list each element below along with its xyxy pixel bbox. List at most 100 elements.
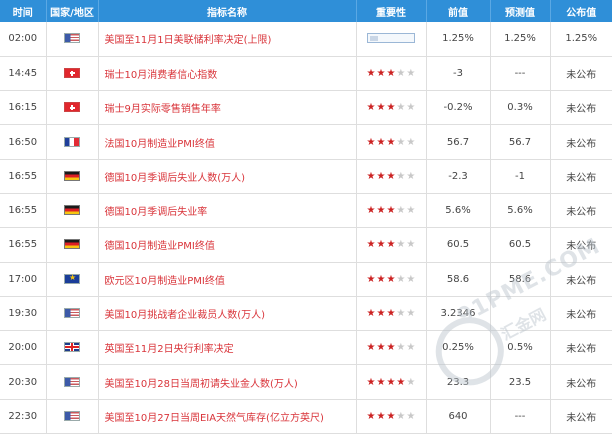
time-cell: 20:00 [0,330,47,366]
importance-cell: ★★★★★ [356,364,427,400]
importance-cell: ★★★★★ [356,56,427,92]
time-cell: 20:30 [0,364,47,400]
importance-cell: ★★★★★ [356,296,427,332]
star-empty-icon: ★ [396,102,407,114]
table-row[interactable]: 20:00 英国至11月2日央行利率决定 ★★★★★ 0.25% 0.5% 未公… [0,330,612,366]
star-filled-icon: ★ [386,410,397,422]
table-row[interactable]: 22:30 美国至10月27日当周EIA天然气库存(亿立方英尺) ★★★★★ 6… [0,399,612,435]
indicator-name-link[interactable]: 瑞士10月消费者信心指数 [98,56,357,92]
star-filled-icon: ★ [366,342,377,354]
star-empty-icon: ★ [406,170,417,182]
country-cell [46,262,99,297]
forecast-value: 0.5% [490,330,551,366]
importance-stars: ★★★★★ [367,205,417,216]
importance-cell: ★★★★★ [356,262,427,297]
country-cell [46,124,99,160]
country-cell [46,227,99,263]
indicator-name-link[interactable]: 美国至10月28日当周初请失业金人数(万人) [98,364,357,400]
country-cell [46,159,99,194]
indicator-name-link[interactable]: 美国至10月27日当周EIA天然气库存(亿立方英尺) [98,399,357,435]
importance-cell: ★★★★★ [356,227,427,263]
star-filled-icon: ★ [386,205,397,217]
star-filled-icon: ★ [366,410,377,422]
star-filled-icon: ★ [376,410,387,422]
star-filled-icon: ★ [376,136,387,148]
indicator-name-link[interactable]: 英国至11月2日央行利率决定 [98,330,357,366]
table-row[interactable]: 17:00 欧元区10月制造业PMI终值 ★★★★★ 58.6 58.6 未公布 [0,262,612,297]
star-filled-icon: ★ [386,273,397,285]
table-row[interactable]: 14:45 瑞士10月消费者信心指数 ★★★★★ -3 --- 未公布 [0,56,612,92]
star-filled-icon: ★ [386,376,397,388]
star-filled-icon: ★ [366,136,377,148]
forecast-value: -1 [490,159,551,194]
star-empty-icon: ★ [396,342,407,354]
star-filled-icon: ★ [366,376,377,388]
star-filled-icon: ★ [376,308,387,320]
time-cell: 17:00 [0,262,47,297]
table-row[interactable]: 16:55 德国10月制造业PMI终值 ★★★★★ 60.5 60.5 未公布 [0,227,612,263]
indicator-name-link[interactable]: 德国10月季调后失业人数(万人) [98,159,357,194]
table-row[interactable]: 20:30 美国至10月28日当周初请失业金人数(万人) ★★★★★ 23.3 … [0,364,612,400]
importance-stars: ★★★★★ [367,239,417,250]
star-filled-icon: ★ [366,67,377,79]
forecast-value: 56.7 [490,124,551,160]
header-actual: 公布值 [550,0,612,22]
importance-stars: ★★★★★ [367,411,417,422]
country-cell [46,330,99,366]
importance-stars: ★★★★★ [367,102,417,113]
actual-value: 1.25% [550,22,612,57]
star-filled-icon: ★ [386,136,397,148]
time-cell: 22:30 [0,399,47,435]
star-filled-icon: ★ [386,170,397,182]
star-filled-icon: ★ [366,170,377,182]
star-filled-icon: ★ [366,239,377,251]
star-empty-icon: ★ [406,102,417,114]
actual-value: 未公布 [550,227,612,263]
indicator-name-link[interactable]: 法国10月制造业PMI终值 [98,124,357,160]
star-filled-icon: ★ [386,342,397,354]
table-row[interactable]: 16:15 瑞士9月实际零售销售年率 ★★★★★ -0.2% 0.3% 未公布 [0,90,612,126]
star-empty-icon: ★ [406,376,417,388]
us-flag-icon [64,376,80,387]
indicator-name-link[interactable]: 德国10月制造业PMI终值 [98,227,357,263]
previous-value: 23.3 [426,364,491,400]
time-cell: 16:55 [0,159,47,194]
star-empty-icon: ★ [396,136,407,148]
star-filled-icon: ★ [376,239,387,251]
star-filled-icon: ★ [386,102,397,114]
star-filled-icon: ★ [386,239,397,251]
forecast-value: --- [490,56,551,92]
importance-stars: ★★★★★ [367,137,417,148]
forecast-value: 60.5 [490,227,551,263]
indicator-name-link[interactable]: 瑞士9月实际零售销售年率 [98,90,357,126]
indicator-name-link[interactable]: 美国至11月1日美联储利率决定(上限) [98,22,357,57]
table-row[interactable]: 19:30 美国10月挑战者企业裁员人数(万人) ★★★★★ 3.2346 未公… [0,296,612,332]
previous-value: 58.6 [426,262,491,297]
star-empty-icon: ★ [406,308,417,320]
importance-image-icon [366,33,415,44]
table-row[interactable]: 02:00 美国至11月1日美联储利率决定(上限) 1.25% 1.25% 1.… [0,22,612,57]
table-row[interactable]: 16:55 德国10月季调后失业率 ★★★★★ 5.6% 5.6% 未公布 [0,193,612,229]
forecast-value: 1.25% [490,22,551,57]
forecast-value: 23.5 [490,364,551,400]
germany-flag-icon [64,170,80,181]
star-empty-icon: ★ [396,239,407,251]
forecast-value: 58.6 [490,262,551,297]
importance-cell: ★★★★★ [356,124,427,160]
table-row[interactable]: 16:50 法国10月制造业PMI终值 ★★★★★ 56.7 56.7 未公布 [0,124,612,160]
star-filled-icon: ★ [376,205,387,217]
star-empty-icon: ★ [396,308,407,320]
table-row[interactable]: 16:55 德国10月季调后失业人数(万人) ★★★★★ -2.3 -1 未公布 [0,159,612,194]
previous-value: -2.3 [426,159,491,194]
importance-cell: ★★★★★ [356,399,427,435]
time-cell: 16:55 [0,227,47,263]
indicator-name-link[interactable]: 德国10月季调后失业率 [98,193,357,229]
indicator-name-link[interactable]: 欧元区10月制造业PMI终值 [98,262,357,297]
star-empty-icon: ★ [406,136,417,148]
us-flag-icon [64,308,80,319]
actual-value: 未公布 [550,56,612,92]
indicator-name-link[interactable]: 美国10月挑战者企业裁员人数(万人) [98,296,357,332]
star-filled-icon: ★ [376,102,387,114]
forecast-value [490,296,551,332]
country-cell [46,364,99,400]
